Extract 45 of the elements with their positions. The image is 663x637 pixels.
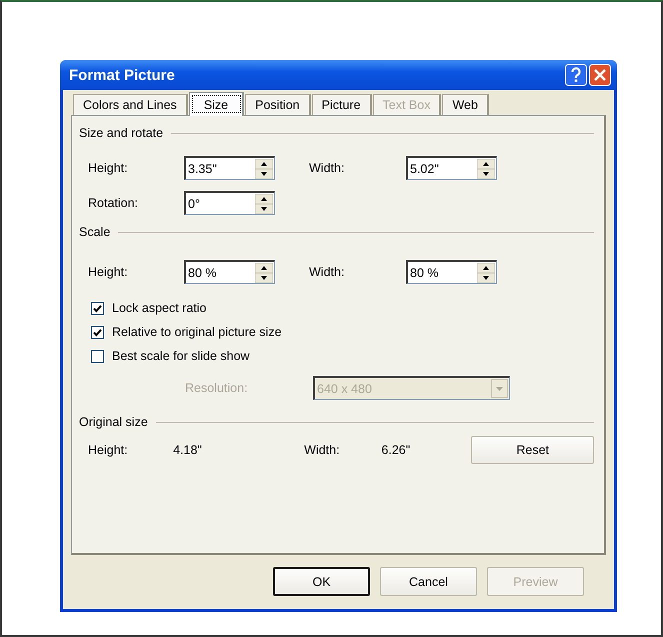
spin-field[interactable]: 3.35" bbox=[184, 156, 275, 180]
checkbox-label[interactable]: Lock aspect ratio bbox=[112, 301, 206, 315]
window-title: Format Picture bbox=[69, 66, 175, 84]
tab[interactable]: Picture bbox=[312, 94, 372, 115]
spin-field[interactable]: 0° bbox=[184, 191, 275, 215]
field-label: Height: bbox=[88, 443, 129, 457]
up-arrow-icon[interactable] bbox=[477, 158, 495, 168]
help-icon[interactable] bbox=[565, 64, 587, 86]
field-label: Width: bbox=[309, 265, 346, 279]
spin-field[interactable]: 5.02" bbox=[406, 156, 497, 180]
close-icon[interactable] bbox=[589, 64, 611, 86]
checkbox[interactable] bbox=[91, 326, 104, 338]
section-title: Scale bbox=[79, 225, 110, 239]
down-arrow-icon[interactable] bbox=[255, 168, 273, 178]
tab[interactable]: Colors and Lines bbox=[73, 94, 188, 115]
dialog-button[interactable]: OK bbox=[273, 567, 370, 596]
width-value: 6.26" bbox=[381, 443, 412, 457]
tab[interactable]: Position bbox=[245, 94, 311, 115]
down-arrow-icon[interactable] bbox=[255, 204, 273, 214]
up-arrow-icon[interactable] bbox=[477, 262, 495, 272]
reset-button[interactable]: Reset bbox=[471, 436, 594, 464]
up-arrow-icon[interactable] bbox=[255, 262, 273, 272]
up-arrow-icon[interactable] bbox=[255, 194, 273, 204]
up-arrow-icon[interactable] bbox=[255, 158, 273, 168]
field-label: Height: bbox=[88, 161, 129, 175]
dialog-button[interactable]: Cancel bbox=[380, 567, 477, 596]
section-title: Size and rotate bbox=[79, 126, 164, 140]
tab[interactable]: Web bbox=[442, 94, 489, 115]
down-arrow-icon[interactable] bbox=[477, 272, 495, 282]
section-title: Original size bbox=[79, 415, 148, 429]
checkbox-label[interactable]: Best scale for slide show bbox=[112, 349, 250, 363]
field-label: Resolution: bbox=[185, 381, 249, 395]
field-label: Width: bbox=[309, 161, 346, 175]
checkbox[interactable] bbox=[91, 350, 104, 362]
checkbox-label[interactable]: Relative to original picture size bbox=[112, 325, 282, 339]
checkbox[interactable] bbox=[91, 302, 104, 314]
spin-field[interactable]: 80 % bbox=[406, 260, 497, 284]
field-label: Height: bbox=[88, 265, 129, 279]
down-arrow-icon[interactable] bbox=[255, 272, 273, 282]
field-label: Width: bbox=[304, 443, 341, 457]
spin-field[interactable]: 80 % bbox=[184, 260, 275, 284]
tab[interactable]: Size bbox=[188, 92, 244, 116]
down-arrow-icon[interactable] bbox=[477, 168, 495, 178]
field-label: Rotation: bbox=[88, 196, 140, 210]
height-value: 4.18" bbox=[173, 443, 203, 457]
